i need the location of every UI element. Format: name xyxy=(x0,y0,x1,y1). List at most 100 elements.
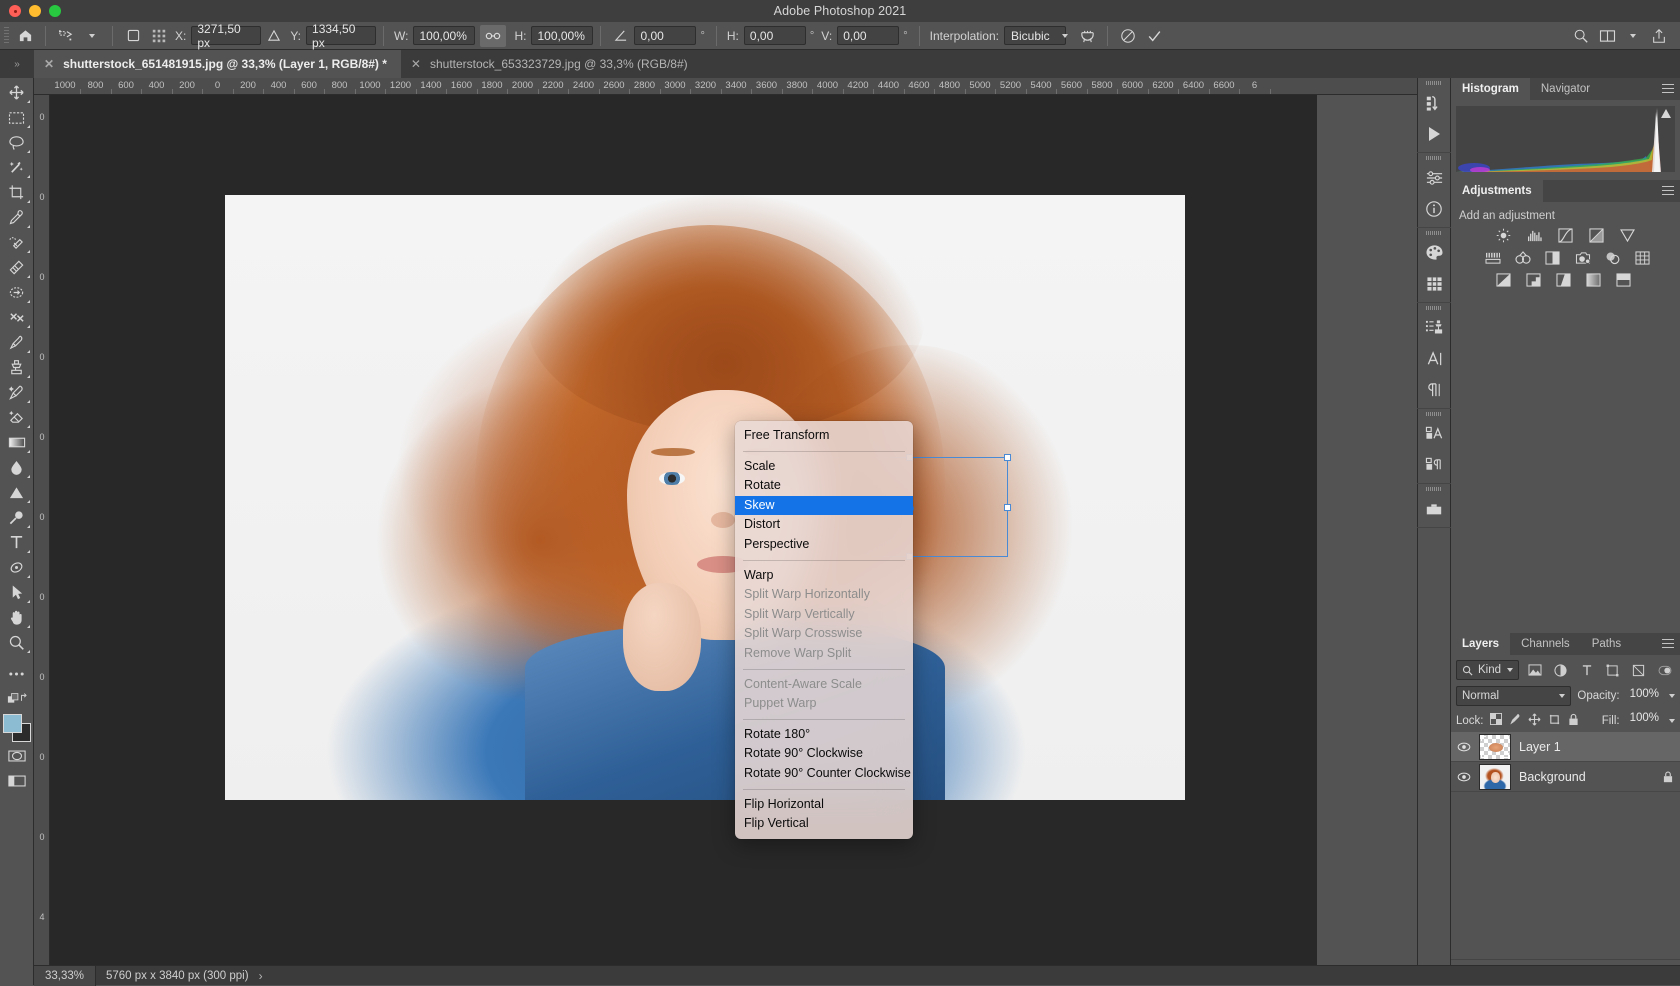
transform-context-menu[interactable]: Free Transform ScaleRotateSkewDistortPers… xyxy=(735,421,913,839)
info-panel-icon[interactable] xyxy=(1417,193,1451,224)
commit-transform-icon[interactable] xyxy=(1141,25,1167,47)
cancel-transform-icon[interactable] xyxy=(1115,25,1141,47)
zoom-level[interactable]: 33,33% xyxy=(34,966,96,986)
levels-icon[interactable] xyxy=(1526,228,1543,243)
libraries-icon[interactable] xyxy=(1417,493,1451,524)
panel-menu-icon[interactable] xyxy=(1662,186,1674,195)
default-colors-icon[interactable] xyxy=(2,686,32,711)
width-input[interactable]: 100,00% xyxy=(413,26,475,45)
gradient-map-icon[interactable] xyxy=(1585,272,1602,287)
warp-toggle-icon[interactable] xyxy=(1074,25,1100,47)
gradient-tool[interactable] xyxy=(2,430,32,455)
zoom-tool[interactable] xyxy=(2,630,32,655)
layer-thumbnail[interactable] xyxy=(1479,734,1511,760)
interpolation-select[interactable]: Bicubic xyxy=(1004,26,1066,45)
paragraph-panel-icon[interactable] xyxy=(1417,374,1451,405)
layer-thumbnail[interactable] xyxy=(1479,764,1511,790)
menu-item-free-transform[interactable]: Free Transform xyxy=(735,426,913,446)
tab-paths[interactable]: Paths xyxy=(1581,633,1632,655)
brightness-contrast-icon[interactable] xyxy=(1495,228,1512,243)
layer-row-0[interactable]: Layer 1 xyxy=(1451,732,1680,762)
rail-grip[interactable] xyxy=(1417,409,1451,418)
chevron-down-icon[interactable] xyxy=(1669,719,1675,723)
posterize-icon[interactable] xyxy=(1525,272,1542,287)
tab-adjustments[interactable]: Adjustments xyxy=(1451,180,1543,202)
red-eye-tool[interactable] xyxy=(2,305,32,330)
y-input[interactable]: 1334,50 px xyxy=(306,26,376,45)
menu-item-rotate-90-counter-clockwise[interactable]: Rotate 90° Counter Clockwise xyxy=(735,764,913,784)
menu-item-warp[interactable]: Warp xyxy=(735,566,913,586)
menu-item-rotate-180[interactable]: Rotate 180° xyxy=(735,725,913,745)
direct-selection-tool[interactable] xyxy=(2,580,32,605)
patch-tool[interactable] xyxy=(2,255,32,280)
lock-all-icon[interactable] xyxy=(1568,713,1579,729)
photo-filter-icon[interactable] xyxy=(1574,250,1591,265)
color-lookup-icon[interactable] xyxy=(1634,250,1651,265)
transform-handle-mr[interactable] xyxy=(1004,504,1011,511)
tab-layers[interactable]: Layers xyxy=(1451,633,1510,655)
panel-menu-icon[interactable] xyxy=(1662,84,1674,93)
lasso-tool[interactable] xyxy=(2,130,32,155)
actions-play-icon[interactable] xyxy=(1417,118,1451,149)
filter-smart-icon[interactable] xyxy=(1628,660,1649,680)
menu-item-flip-horizontal[interactable]: Flip Horizontal xyxy=(735,795,913,815)
rail-grip[interactable] xyxy=(1417,78,1451,87)
chevron-right-icon[interactable]: › xyxy=(259,969,263,983)
eyedropper-tool[interactable] xyxy=(2,205,32,230)
skew-v-input[interactable]: 0,00 xyxy=(837,26,899,45)
spot-healing-brush-tool[interactable] xyxy=(2,230,32,255)
pattern-grid-icon[interactable] xyxy=(1417,268,1451,299)
path-selection-tool[interactable] xyxy=(2,555,32,580)
menu-item-perspective[interactable]: Perspective xyxy=(735,535,913,555)
x-input[interactable]: 3271,50 px xyxy=(191,26,261,45)
uncached-refresh-icon[interactable] xyxy=(1661,109,1671,118)
close-window-button[interactable] xyxy=(9,5,21,17)
filter-adjustment-icon[interactable] xyxy=(1550,660,1571,680)
menu-item-rotate[interactable]: Rotate xyxy=(735,476,913,496)
rectangular-marquee-tool[interactable] xyxy=(2,105,32,130)
type-tool[interactable] xyxy=(2,530,32,555)
arrange-documents-icon[interactable] xyxy=(1594,25,1620,47)
quick-mask-icon[interactable] xyxy=(2,743,32,768)
clone-stamp-tool[interactable] xyxy=(2,355,32,380)
delta-icon[interactable] xyxy=(261,25,287,47)
filter-pixel-icon[interactable] xyxy=(1524,660,1545,680)
color-swatches[interactable] xyxy=(2,713,32,743)
lock-image-pixels-icon[interactable] xyxy=(1509,713,1521,729)
content-aware-move-tool[interactable] xyxy=(2,280,32,305)
canvas-area[interactable] xyxy=(50,95,1317,965)
layer-name[interactable]: Layer 1 xyxy=(1519,740,1674,754)
exposure-icon[interactable] xyxy=(1588,228,1605,243)
search-icon[interactable] xyxy=(1568,25,1594,47)
menu-item-distort[interactable]: Distort xyxy=(735,515,913,535)
filter-power-toggle[interactable] xyxy=(1654,660,1675,680)
expand-panels-icon[interactable]: » xyxy=(0,50,34,78)
document-canvas[interactable] xyxy=(225,195,1185,800)
menu-item-flip-vertical[interactable]: Flip Vertical xyxy=(735,814,913,834)
menu-item-skew[interactable]: Skew xyxy=(735,496,913,516)
angle-input[interactable]: 0,00 xyxy=(634,26,696,45)
rail-grip[interactable] xyxy=(1417,228,1451,237)
tool-preset-chevron-icon[interactable] xyxy=(79,25,105,47)
layer-name[interactable]: Background xyxy=(1519,770,1655,784)
tab-channels[interactable]: Channels xyxy=(1510,633,1581,655)
share-icon[interactable] xyxy=(1646,25,1672,47)
layer-visibility-icon[interactable] xyxy=(1457,770,1471,784)
eraser-tool[interactable] xyxy=(2,405,32,430)
edit-toolbar-button[interactable] xyxy=(2,661,32,686)
color-swatches-icon[interactable] xyxy=(1417,237,1451,268)
layer-filter-kind-select[interactable]: Kind xyxy=(1456,660,1519,680)
history-brush-tool[interactable] xyxy=(2,380,32,405)
height-input[interactable]: 100,00% xyxy=(531,26,593,45)
crop-tool[interactable] xyxy=(2,180,32,205)
skew-h-input[interactable]: 0,00 xyxy=(744,26,806,45)
tab-navigator[interactable]: Navigator xyxy=(1530,78,1601,100)
rail-grip[interactable] xyxy=(1417,153,1451,162)
close-icon[interactable]: ✕ xyxy=(44,58,54,70)
properties-panel-icon[interactable] xyxy=(1417,162,1451,193)
selective-color-icon[interactable] xyxy=(1615,272,1632,287)
window-traffic-lights[interactable] xyxy=(9,5,61,17)
menu-item-scale[interactable]: Scale xyxy=(735,457,913,477)
minimize-window-button[interactable] xyxy=(29,5,41,17)
history-panel-icon[interactable] xyxy=(1417,87,1451,118)
